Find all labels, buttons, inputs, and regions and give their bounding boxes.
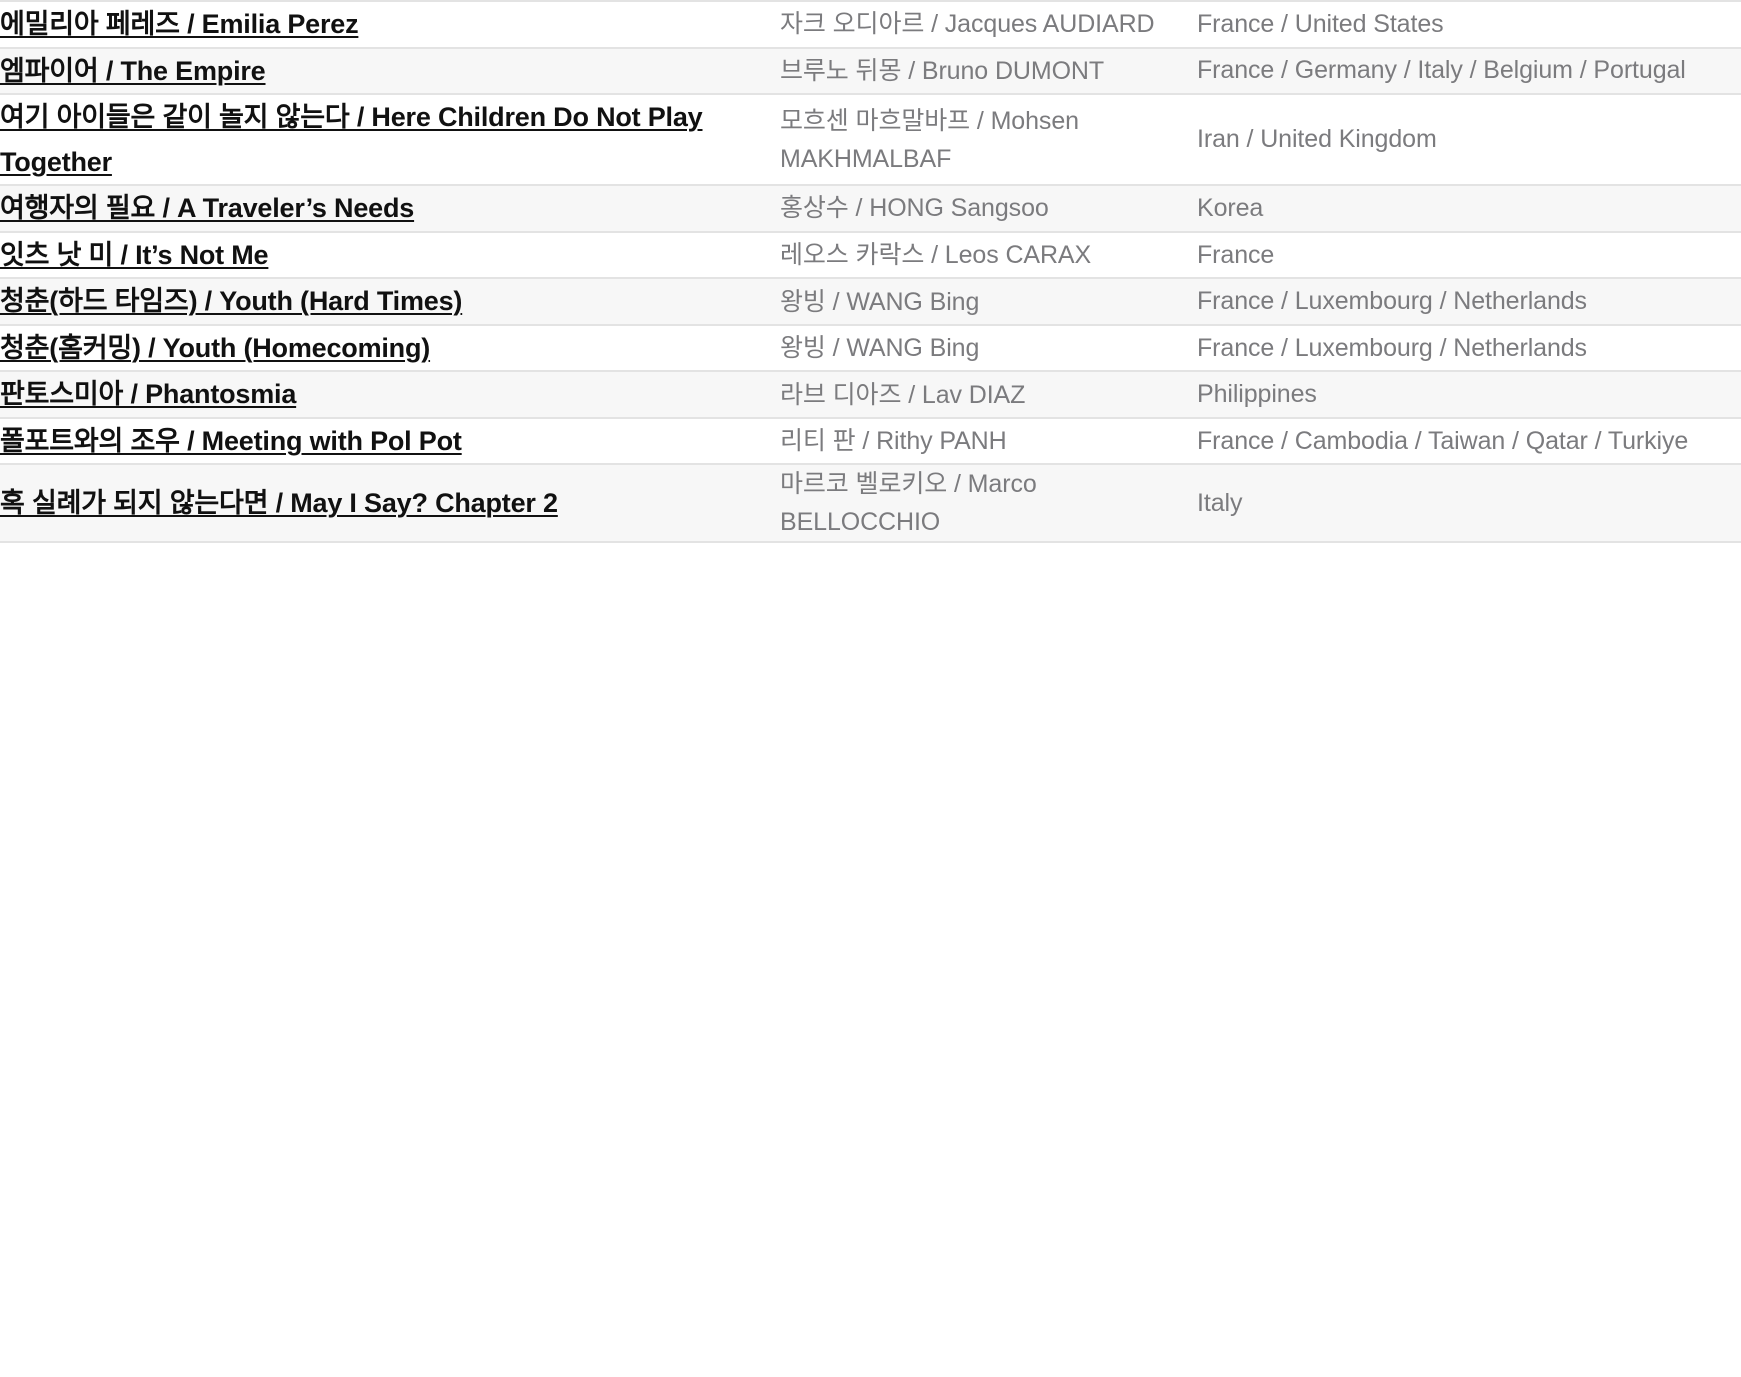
film-director-cell: 왕빙 / WANG Bing: [780, 325, 1197, 372]
film-country-text: Italy: [1197, 489, 1243, 518]
table-row[interactable]: 에밀리아 페레즈 / Emilia Perez 자크 오디아르 / Jacque…: [0, 2, 1741, 48]
film-title-link[interactable]: 에밀리아 페레즈 / Emilia Perez: [0, 9, 359, 39]
film-title-link[interactable]: 청춘(하드 타임즈) / Youth (Hard Times): [0, 286, 462, 316]
film-list-body: 에밀리아 페레즈 / Emilia Perez 자크 오디아르 / Jacque…: [0, 2, 1741, 543]
film-title-cell: 엠파이어 / The Empire: [0, 48, 780, 95]
film-title-cell: 청춘(홈커밍) / Youth (Homecoming): [0, 325, 780, 372]
film-title-link[interactable]: 잇츠 낫 미 / It’s Not Me: [0, 240, 269, 270]
table-row[interactable]: 여기 아이들은 같이 놀지 않는다 / Here Children Do Not…: [0, 94, 1741, 186]
film-country-text: France: [1197, 240, 1275, 269]
film-title-link[interactable]: 여행자의 필요 / A Traveler’s Needs: [0, 193, 414, 223]
film-title-cell: 여기 아이들은 같이 놀지 않는다 / Here Children Do Not…: [0, 94, 780, 185]
film-director-text: 레오스 카락스 / Leos CARAX: [780, 241, 1092, 269]
film-title-cell: 여행자의 필요 / A Traveler’s Needs: [0, 185, 780, 232]
film-title-cell: 청춘(하드 타임즈) / Youth (Hard Times): [0, 278, 780, 325]
film-director-cell: 마르코 벨로키오 / Marco BELLOCCHIO: [780, 464, 1197, 542]
film-director-cell: 홍상수 / HONG Sangsoo: [780, 185, 1197, 232]
table-row[interactable]: 혹 실례가 되지 않는다면 / May I Say? Chapter 2 마르코…: [0, 464, 1741, 543]
film-list-container: 에밀리아 페레즈 / Emilia Perez 자크 오디아르 / Jacque…: [0, 0, 1741, 543]
table-row[interactable]: 폴포트와의 조우 / Meeting with Pol Pot 리티 판 / R…: [0, 417, 1741, 465]
film-country-cell: Iran / United Kingdom: [1197, 94, 1741, 185]
film-title-link[interactable]: 혹 실례가 되지 않는다면 / May I Say? Chapter 2: [0, 488, 558, 518]
film-country-cell: France: [1197, 232, 1741, 279]
film-country-text: Korea: [1197, 194, 1264, 223]
film-title-link[interactable]: 청춘(홈커밍) / Youth (Homecoming): [0, 333, 430, 363]
film-director-cell: 왕빙 / WANG Bing: [780, 278, 1197, 325]
table-row[interactable]: 잇츠 낫 미 / It’s Not Me 레오스 카락스 / Leos CARA…: [0, 231, 1741, 279]
film-country-text: France / United States: [1197, 9, 1444, 38]
film-director-cell: 리티 판 / Rithy PANH: [780, 418, 1197, 465]
film-country-text: Iran / United Kingdom: [1197, 125, 1437, 154]
film-director-text: 왕빙 / WANG Bing: [780, 287, 980, 316]
film-title-cell: 잇츠 낫 미 / It’s Not Me: [0, 232, 780, 279]
film-title-cell: 판토스미아 / Phantosmia: [0, 371, 780, 418]
film-title-link[interactable]: 여기 아이들은 같이 놀지 않는다 / Here Children Do Not…: [0, 102, 703, 177]
film-director-text: 자크 오디아르 / Jacques AUDIARD: [780, 10, 1155, 39]
film-director-text: 홍상수 / HONG Sangsoo: [780, 194, 1049, 223]
film-country-cell: France / Germany / Italy / Belgium / Por…: [1197, 48, 1741, 95]
table-row[interactable]: 판토스미아 / Phantosmia 라브 디아즈 / Lav DIAZ Phi…: [0, 371, 1741, 418]
table-row[interactable]: 청춘(하드 타임즈) / Youth (Hard Times) 왕빙 / WAN…: [0, 278, 1741, 325]
film-country-text: France / Luxembourg / Netherlands: [1197, 333, 1587, 362]
film-country-text: Philippines: [1197, 380, 1317, 409]
film-title-link[interactable]: 엠파이어 / The Empire: [0, 56, 266, 86]
film-country-cell: France / Cambodia / Taiwan / Qatar / Tur…: [1197, 418, 1741, 465]
film-director-cell: 자크 오디아르 / Jacques AUDIARD: [780, 2, 1197, 48]
film-director-text: 브루노 뒤몽 / Bruno DUMONT: [780, 56, 1105, 85]
film-country-text: France / Cambodia / Taiwan / Qatar / Tur…: [1197, 426, 1689, 455]
film-title-link[interactable]: 판토스미아 / Phantosmia: [0, 379, 296, 409]
film-title-link[interactable]: 폴포트와의 조우 / Meeting with Pol Pot: [0, 426, 462, 456]
film-country-cell: Italy: [1197, 464, 1741, 542]
film-director-cell: 모흐센 마흐말바프 / Mohsen MAKHMALBAF: [780, 94, 1197, 185]
film-director-text: 마르코 벨로키오 / Marco BELLOCCHIO: [780, 470, 1037, 537]
film-director-text: 왕빙 / WANG Bing: [780, 334, 980, 363]
film-director-text: 라브 디아즈 / Lav DIAZ: [780, 380, 1026, 409]
film-country-cell: Korea: [1197, 185, 1741, 232]
film-title-cell: 혹 실례가 되지 않는다면 / May I Say? Chapter 2: [0, 464, 780, 542]
film-director-cell: 라브 디아즈 / Lav DIAZ: [780, 371, 1197, 418]
film-country-cell: Philippines: [1197, 371, 1741, 418]
film-director-cell: 레오스 카락스 / Leos CARAX: [780, 232, 1197, 279]
film-list-table: 에밀리아 페레즈 / Emilia Perez 자크 오디아르 / Jacque…: [0, 2, 1741, 543]
film-director-cell: 브루노 뒤몽 / Bruno DUMONT: [780, 48, 1197, 95]
film-country-text: France / Germany / Italy / Belgium / Por…: [1197, 56, 1686, 85]
film-director-text: 리티 판 / Rithy PANH: [780, 427, 1007, 456]
film-country-cell: France / United States: [1197, 2, 1741, 48]
table-row[interactable]: 여행자의 필요 / A Traveler’s Needs 홍상수 / HONG …: [0, 185, 1741, 232]
table-row[interactable]: 엠파이어 / The Empire 브루노 뒤몽 / Bruno DUMONT …: [0, 47, 1741, 95]
film-title-cell: 폴포트와의 조우 / Meeting with Pol Pot: [0, 418, 780, 465]
film-country-cell: France / Luxembourg / Netherlands: [1197, 325, 1741, 372]
table-row[interactable]: 청춘(홈커밍) / Youth (Homecoming) 왕빙 / WANG B…: [0, 324, 1741, 372]
film-director-text: 모흐센 마흐말바프 / Mohsen MAKHMALBAF: [780, 106, 1079, 173]
film-country-text: France / Luxembourg / Netherlands: [1197, 287, 1587, 316]
film-title-cell: 에밀리아 페레즈 / Emilia Perez: [0, 2, 780, 48]
film-country-cell: France / Luxembourg / Netherlands: [1197, 278, 1741, 325]
